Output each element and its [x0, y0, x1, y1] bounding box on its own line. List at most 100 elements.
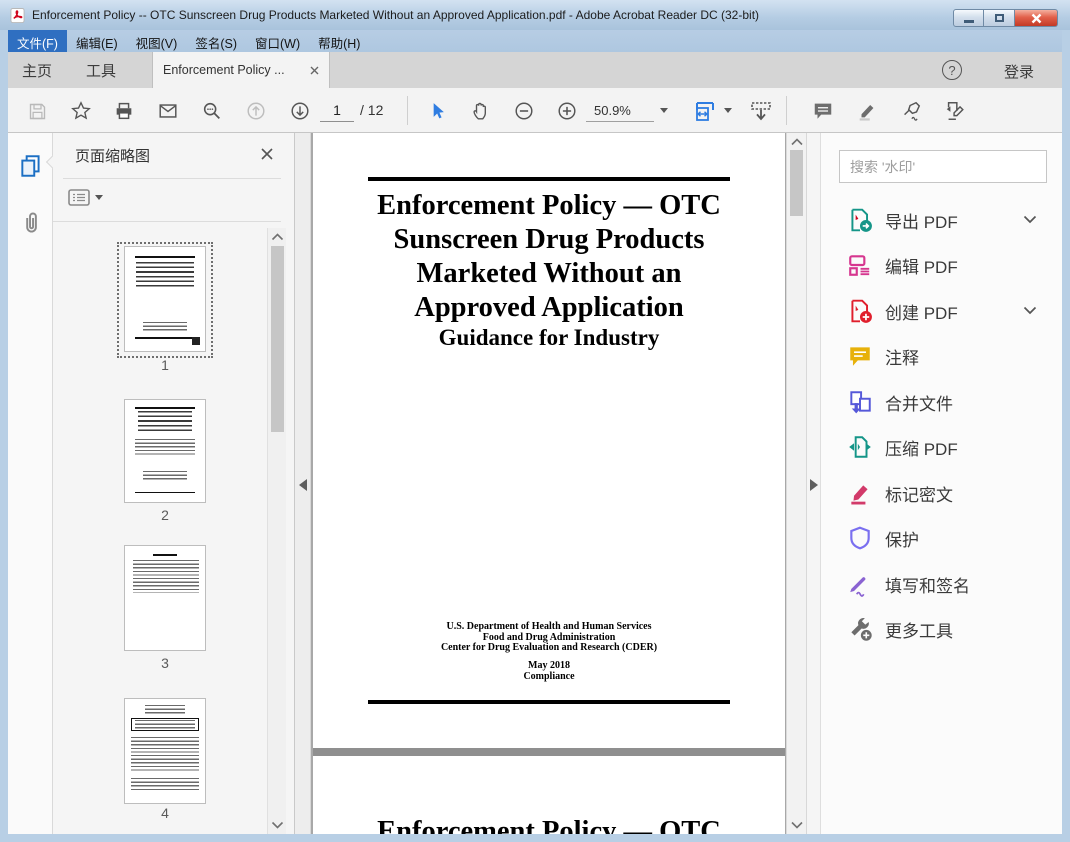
scroll-down-icon[interactable]: [790, 821, 804, 829]
print-icon: [116, 102, 132, 120]
thumbnail-page-2[interactable]: [124, 399, 206, 503]
close-icon: [1031, 13, 1041, 23]
page-thumbnails-panel-button[interactable]: [18, 153, 44, 179]
reading-mode-button[interactable]: [748, 98, 774, 124]
print-button[interactable]: [111, 98, 137, 124]
export-pdf-icon: [851, 208, 872, 232]
document-scrollbar[interactable]: [786, 133, 806, 834]
collapse-left-icon[interactable]: [299, 479, 307, 491]
more-tools-wrench-icon: [851, 617, 872, 641]
tool-create-pdf[interactable]: 创建 PDF: [821, 291, 1063, 331]
fit-width-caret-icon[interactable]: [724, 108, 732, 113]
tool-label: 注释: [885, 348, 919, 368]
minimize-button[interactable]: [953, 9, 984, 27]
page-number-field[interactable]: [320, 99, 354, 122]
zoom-caret-icon[interactable]: [660, 108, 668, 113]
tool-compress-pdf[interactable]: 压缩 PDF: [821, 427, 1063, 467]
zoom-out-button[interactable]: [511, 98, 537, 124]
right-panel-collapse-strip[interactable]: [806, 133, 820, 834]
thumbnail-label-2: 2: [161, 507, 169, 523]
star-button[interactable]: [68, 98, 94, 124]
menu-help[interactable]: 帮助(H): [309, 30, 369, 52]
left-panel-collapse-strip[interactable]: [295, 133, 311, 834]
comment-tool-button[interactable]: [810, 98, 836, 124]
email-button[interactable]: [155, 98, 181, 124]
previous-page-button[interactable]: [243, 98, 269, 124]
pointer-icon: [433, 103, 444, 119]
tool-redact[interactable]: 标记密文: [821, 473, 1063, 513]
menu-file[interactable]: 文件(F): [8, 30, 67, 52]
edit-page-tool-button[interactable]: [942, 98, 968, 124]
tool-label: 导出 PDF: [885, 212, 958, 232]
scrollbar-thumb[interactable]: [790, 150, 803, 216]
document-subtitle: Guidance for Industry: [438, 325, 660, 350]
next-page-button[interactable]: [287, 98, 313, 124]
fill-sign-tool-button[interactable]: [898, 98, 924, 124]
toolbar: / 12 50.9%: [8, 88, 1062, 133]
tool-export-pdf[interactable]: 导出 PDF: [821, 200, 1063, 240]
thumbnails-options-button[interactable]: [68, 187, 108, 207]
search-button[interactable]: [199, 98, 225, 124]
tools-rail: 导出 PDF 编辑 PDF 创建 PDF: [820, 133, 1062, 834]
menubar: 文件(F) 编辑(E) 视图(V) 签名(S) 窗口(W) 帮助(H): [8, 30, 1062, 52]
menu-edit[interactable]: 编辑(E): [67, 30, 127, 52]
chevron-down-icon[interactable]: [1023, 215, 1037, 224]
help-button[interactable]: ?: [942, 60, 962, 80]
thumbnail-page-1[interactable]: [124, 246, 206, 352]
tab-tools[interactable]: 工具: [80, 52, 122, 88]
edit-pdf-icon: [849, 255, 870, 276]
scroll-up-icon[interactable]: [271, 233, 284, 241]
tool-comment[interactable]: 注释: [821, 336, 1063, 376]
sign-in-button[interactable]: 登录: [1004, 61, 1034, 82]
collapse-right-icon[interactable]: [810, 479, 818, 491]
minimize-icon: [963, 20, 974, 23]
scroll-up-icon[interactable]: [790, 138, 804, 146]
menu-view[interactable]: 视图(V): [127, 30, 187, 52]
hand-icon: [473, 102, 486, 120]
reading-mode-icon: [751, 102, 771, 121]
thumbnails-panel-title: 页面缩略图: [75, 148, 151, 165]
tools-search[interactable]: [839, 150, 1047, 183]
close-button[interactable]: [1015, 9, 1058, 27]
menu-window[interactable]: 窗口(W): [246, 30, 309, 52]
menu-sign[interactable]: 签名(S): [186, 30, 246, 52]
page-number-input[interactable]: [320, 99, 354, 122]
tool-edit-pdf[interactable]: 编辑 PDF: [821, 245, 1063, 285]
selection-tool-button[interactable]: [424, 98, 450, 124]
window-border-bottom: [0, 834, 1070, 842]
zoom-level-dropdown[interactable]: 50.9%: [586, 99, 654, 122]
maximize-button[interactable]: [984, 9, 1015, 27]
attachments-panel-button[interactable]: [18, 211, 44, 237]
page-thumbnails-icon: [21, 155, 40, 177]
tool-protect[interactable]: 保护: [821, 518, 1063, 558]
scroll-down-icon[interactable]: [271, 821, 284, 829]
thumbnails-scrollbar[interactable]: [267, 228, 286, 834]
document-title: Enforcement Policy — OTC Sunscreen Drug …: [313, 189, 785, 351]
toolbar-divider: [786, 96, 787, 125]
combine-files-icon: [850, 391, 871, 414]
thumbnail-page-4[interactable]: [124, 698, 206, 804]
panel-close-icon[interactable]: [258, 145, 276, 163]
page-rule-top: [368, 177, 730, 181]
tool-fill-sign[interactable]: 填写和签名: [821, 564, 1063, 604]
save-button[interactable]: [24, 98, 50, 124]
scrollbar-thumb[interactable]: [271, 246, 284, 432]
hand-tool-button[interactable]: [468, 98, 494, 124]
tab-home[interactable]: 主页: [16, 52, 58, 88]
thumbnail-label-4: 4: [161, 805, 169, 821]
tool-combine-files[interactable]: 合并文件: [821, 382, 1063, 422]
tab-close-icon[interactable]: [310, 66, 319, 75]
tool-more-tools[interactable]: 更多工具: [821, 609, 1063, 649]
zoom-in-button[interactable]: [554, 98, 580, 124]
fit-width-button[interactable]: [692, 98, 718, 124]
tab-document[interactable]: Enforcement Policy ...: [152, 52, 330, 88]
help-glyph: ?: [948, 62, 956, 78]
chevron-down-icon[interactable]: [1023, 306, 1037, 315]
tools-search-input[interactable]: [839, 150, 1047, 183]
page-separator: [313, 748, 785, 756]
thumbnail-page-3[interactable]: [124, 545, 206, 651]
highlight-tool-button[interactable]: [854, 98, 880, 124]
panel-divider: [53, 221, 281, 222]
options-list-icon: [68, 188, 90, 206]
pdf-page-1: Enforcement Policy — OTC Sunscreen Drug …: [313, 133, 785, 748]
